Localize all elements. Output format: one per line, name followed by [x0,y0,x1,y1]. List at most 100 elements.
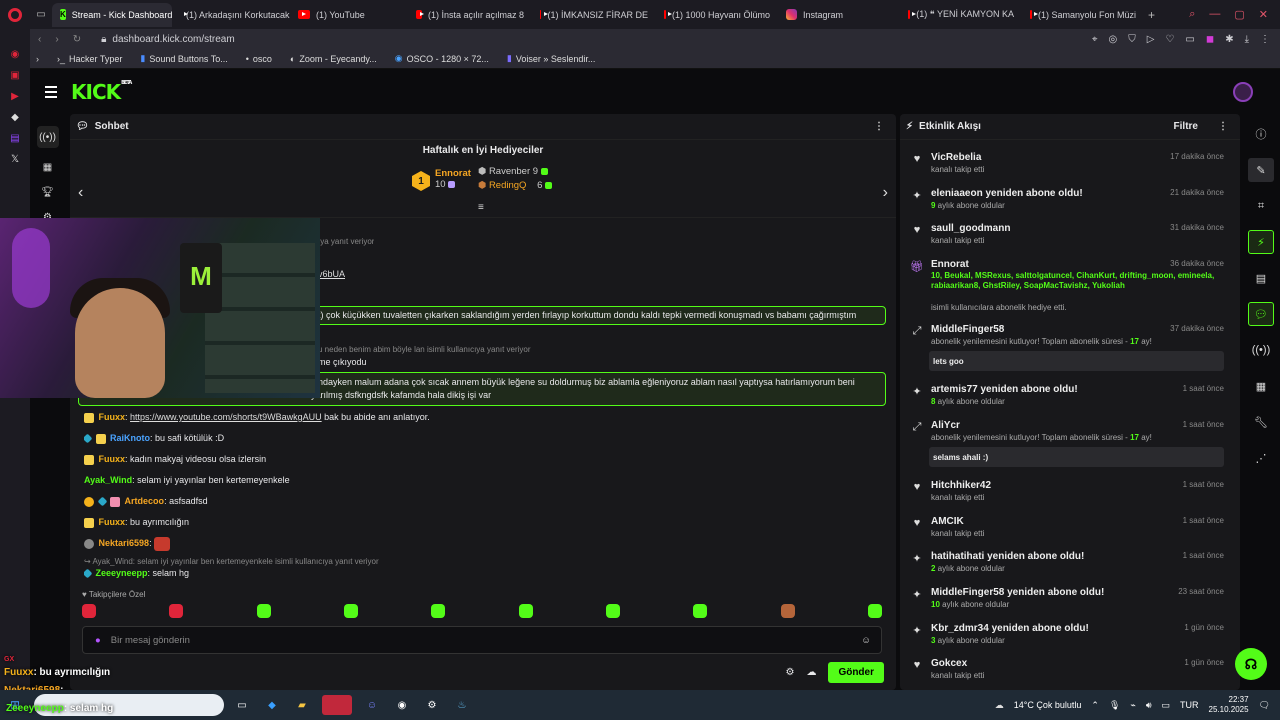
emote-grin-icon[interactable] [605,604,620,618]
discord-icon[interactable]: ☺ [362,695,382,715]
extension-icon[interactable]: ◼ [1206,34,1214,45]
chat-bot-icon[interactable]: ☁ [806,667,816,678]
download-icon[interactable]: ⤓ [1245,34,1249,45]
weather-text[interactable]: 14°C Çok bulutlu [1014,700,1082,710]
tab-youtube-6[interactable]: (1) ❝ YENİ KAMYON KA [900,3,1022,27]
microphone-tray-icon[interactable]: 🎙︎ [1109,700,1120,711]
emote-cookie-icon[interactable] [780,604,795,618]
wallet-icon[interactable]: ▭ [1185,34,1194,45]
emote-smile-icon[interactable] [431,604,446,618]
bookmark-icon[interactable]: ♡ [1165,34,1174,45]
send-button[interactable]: Gönder [828,662,884,683]
file-explorer-icon[interactable]: ▰ [292,695,312,715]
chat-input[interactable]: ● Bir mesaj gönderin ☺ [82,626,882,654]
twitch-icon[interactable]: ▤ [10,133,19,144]
trophy-icon[interactable]: 🏆︎ [41,187,54,198]
dashboard-icon[interactable]: ▦ [43,162,52,173]
emote-gem-icon[interactable] [518,604,533,618]
emote-heart-icon[interactable] [82,604,96,618]
emote-frog-icon[interactable] [256,604,271,618]
bookmark-item[interactable]: ◐ Zoom - Eyecandy... [290,54,377,64]
focus-icon[interactable]: ⌗ [1248,194,1274,218]
minimize-button[interactable]: — [1209,8,1220,21]
info-icon[interactable]: ⓘ [1248,122,1274,146]
pin-icon[interactable]: ⌖ [1092,34,1098,45]
stream-broadcast-icon[interactable]: ((•)) [36,126,59,148]
shield-icon[interactable]: ⛉ [1128,34,1136,45]
edge-icon[interactable]: ◆ [262,695,282,715]
activity-icon[interactable]: ⚡︎ [1248,230,1274,254]
emote-box-icon[interactable] [169,604,184,618]
bookmarks-arrow-icon[interactable]: › [36,54,39,64]
bookmark-item[interactable]: ▮ Voiser » Seslendir... [507,53,596,64]
bookmark-item[interactable]: ▮ Sound Buttons To... [140,53,227,64]
chat-more-icon[interactable]: ⋮ [874,121,896,132]
clock[interactable]: 22:37 25.10.2025 [1209,695,1249,715]
camera-icon[interactable]: ◎ [1109,34,1118,45]
opera-gx-icon[interactable] [322,695,352,715]
edit-icon[interactable]: ✎ [1248,158,1274,182]
share-icon[interactable]: ⋰ [1248,446,1274,470]
battery-icon[interactable]: ▭ [1162,700,1171,711]
bookmark-item[interactable]: ›_ Hacker Typer [57,54,122,64]
steam-icon[interactable]: ♨ [452,695,472,715]
reload-icon[interactable]: ↻ [73,34,81,45]
notification-icon[interactable]: 🗨︎ [1259,700,1270,711]
help-support-button[interactable]: ☊ [1235,648,1267,680]
hamburger-menu-icon[interactable] [45,85,57,98]
youtube-sidebar-icon[interactable]: ▶ [11,91,19,102]
new-tab-button[interactable]: + [1148,8,1155,22]
chat-settings-icon[interactable]: ⚙ [785,667,794,678]
play-icon[interactable]: ▷ [1147,34,1155,45]
tab-youtube-2[interactable]: (1) YouTube [290,3,408,27]
tab-youtube-5[interactable]: (1) 1000 Hayvanı Ölümo [656,3,778,27]
settings-app-icon[interactable]: ⚙ [422,695,442,715]
tab-overview-icon[interactable]: ▭ [30,9,52,20]
gifters-prev-icon[interactable]: ‹ [78,184,83,202]
twitch-sidebar-icon[interactable]: ▣ [10,70,19,81]
language-indicator[interactable]: TUR [1180,700,1199,710]
user-avatar[interactable] [1233,82,1253,102]
tab-kick-dashboard[interactable]: K Stream - Kick Dashboard [52,2,172,27]
feed-more-icon[interactable]: ⋮ [1204,121,1240,132]
menu-icon[interactable]: ⋮ [1260,34,1270,45]
close-window-button[interactable]: ✕ [1259,8,1268,21]
bookmark-item[interactable]: • osco [246,54,272,64]
network-icon[interactable]: ⌁ [1130,700,1135,711]
task-view-icon[interactable]: ▭ [232,695,252,715]
url-field[interactable]: 🔒︎ dashboard.kick.com/stream [101,34,235,45]
filter-button[interactable]: Filtre [1174,121,1198,132]
chevron-up-icon[interactable]: ⌃ [1091,700,1099,711]
emote-wink-icon[interactable] [867,604,882,618]
gx-control-icon[interactable]: ◉ [11,49,20,60]
layout-icon[interactable]: ▦ [1248,374,1274,398]
emoji-picker-icon[interactable]: ☺ [861,635,871,646]
maximize-button[interactable]: ▢ [1234,8,1244,21]
gifters-next-icon[interactable]: › [883,184,888,202]
wrench-icon[interactable]: 🔧︎ [1248,410,1274,434]
obs-icon[interactable]: ◉ [392,695,412,715]
volume-icon[interactable]: 🔊︎ [1146,700,1152,711]
x-twitter-icon[interactable]: 𝕏 [11,154,19,165]
tab-youtube-3[interactable]: (1) İnsta açılır açılmaz 8 [408,3,532,27]
microphone-icon[interactable]: ● [95,635,101,646]
bookmark-item[interactable]: ◉ OSCO - 1280 × 72... [395,53,489,64]
search-tabs-icon[interactable]: ⌕ [1189,8,1195,21]
gifter-name[interactable]: Ennorat [435,168,471,179]
opera-logo[interactable] [0,0,30,29]
kick-logo[interactable]: KICKBETA [71,80,132,104]
tab-youtube-1[interactable]: (1) Arkadaşını Korkutacak [172,3,290,27]
forward-icon[interactable]: › [55,34,58,45]
document-icon[interactable]: ▤ [1248,266,1274,290]
back-icon[interactable]: ‹ [38,34,41,45]
emote-cup-icon[interactable] [343,604,358,618]
tab-youtube-4[interactable]: (1) İMKANSIZ FİRAR DE [532,3,656,27]
tab-instagram[interactable]: Instagram [778,3,900,27]
broadcast-icon[interactable]: ((•)) [1248,338,1274,362]
tab-youtube-7[interactable]: (1) Samanyolu Fon Müzi [1022,3,1144,27]
stack-icon[interactable]: ◆ [11,112,19,123]
puzzle-icon[interactable]: ✱ [1225,34,1233,45]
gifter-name[interactable]: Ravenber [489,166,530,177]
gifter-name[interactable]: RedingQ [489,180,527,191]
emote-ghost-icon[interactable] [693,604,708,618]
